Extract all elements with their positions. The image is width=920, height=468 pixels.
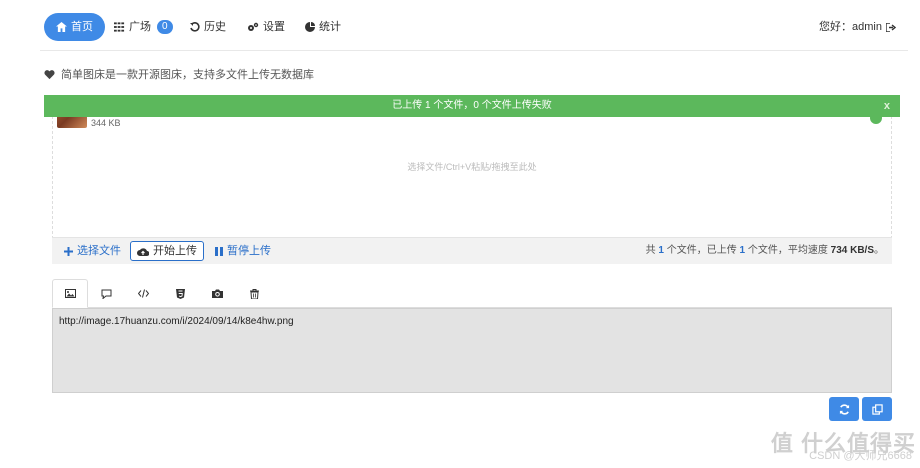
copy-button[interactable] [862,397,892,421]
stats-total: 1 [658,245,664,256]
upload-stats: 共 1 个文件，已上传 1 个文件，平均速度 734 KB/S。 [646,238,884,263]
tab-url[interactable] [52,279,88,308]
code-icon [137,289,149,298]
stats-text: 共 [645,245,656,256]
user-greeting[interactable]: 您好：admin [819,13,896,41]
upload-toolbar: 选择文件 开始上传 暂停上传 共 1 个文件，已上传 1 个文件，平均速度 73… [52,237,892,264]
plaza-count-badge: 0 [157,20,173,34]
plus-icon [64,246,73,256]
html5-icon [175,288,185,299]
copy-icon [871,403,883,415]
tab-bbcode[interactable] [88,279,124,308]
nav-stats-label: 统计 [319,21,341,33]
history-icon [190,22,200,32]
stats-uploaded: 1 [739,245,746,256]
camera-icon [211,289,223,298]
banner-text: 已上传 1 个文件，0 个文件上传失败 [392,100,552,111]
heart-icon [44,70,55,80]
stats-text: 个文件，平均速度 [747,245,828,256]
tab-camera[interactable] [199,279,235,308]
select-files-button[interactable]: 选择文件 [58,241,127,261]
nav-plaza-label: 广场 [129,21,151,33]
nav-settings[interactable]: 设置 [235,13,297,41]
top-nav: 首页 广场 0 历史 设置 统计 您好：admin [0,0,920,52]
cloud-upload-icon [137,247,149,256]
stats-speed: 734 KB/S [830,245,874,256]
start-upload-button[interactable]: 开始上传 [130,241,204,261]
nav-history-label: 历史 [204,21,226,33]
home-icon [56,22,67,32]
pie-chart-icon [305,22,315,32]
tagline: 简单图床是一款开源图床，支持多文件上传无数据库 [44,67,314,83]
start-upload-label: 开始上传 [153,245,197,257]
link-output-textarea[interactable] [52,308,892,393]
nav-divider [40,50,908,51]
comment-icon [101,289,111,299]
refresh-button[interactable] [829,397,859,421]
watermark-caption: CSDN @大师兄6668 [809,450,912,462]
banner-close-button[interactable]: x [884,95,890,117]
tab-html[interactable] [125,279,161,308]
tab-delete[interactable] [236,279,272,308]
nav-home[interactable]: 首页 [44,13,105,41]
nav-plaza[interactable]: 广场 0 [102,13,185,41]
gears-icon [248,22,259,31]
pause-upload-button[interactable]: 暂停上传 [209,241,277,261]
select-files-label: 选择文件 [77,245,121,257]
nav-history[interactable]: 历史 [178,13,238,41]
nav-stats[interactable]: 统计 [293,13,353,41]
nav-home-label: 首页 [71,21,93,33]
drop-hint: 选择文件/Ctrl+V粘贴/拖拽至此处 [407,162,537,172]
sign-out-icon [886,22,896,32]
nav-settings-label: 设置 [263,21,285,33]
pause-upload-label: 暂停上传 [227,245,271,257]
refresh-icon [839,403,849,415]
greeting-text: 您好：admin [819,21,882,33]
tab-html5[interactable] [162,279,198,308]
image-icon [64,289,76,298]
link-format-tabs [52,279,892,308]
trash-icon [249,288,259,299]
pause-icon [215,246,223,256]
upload-result-banner: 已上传 1 个文件，0 个文件上传失败 x [44,95,900,117]
grid-icon [114,22,125,32]
tagline-text: 简单图床是一款开源图床，支持多文件上传无数据库 [61,69,314,81]
uploaded-file-size: 344 KB [91,118,121,128]
stats-text: 。 [874,245,884,256]
stats-text: 个文件，已上传 [666,245,737,256]
